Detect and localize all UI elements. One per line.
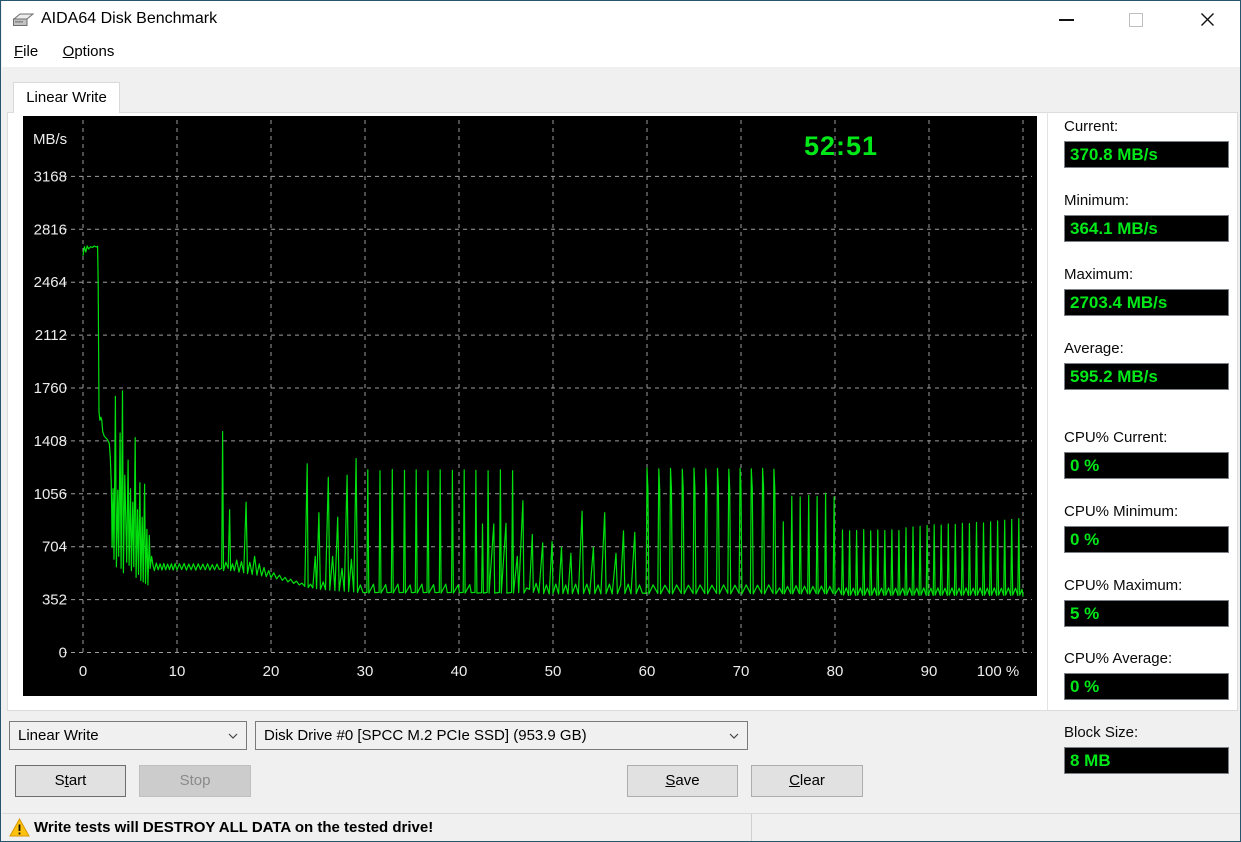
- test-type-value: Linear Write: [18, 727, 99, 744]
- clear-button[interactable]: Clear: [751, 765, 863, 797]
- stop-button[interactable]: Stop: [139, 765, 251, 797]
- chevron-down-icon: [228, 733, 238, 739]
- window-title: AIDA64 Disk Benchmark: [41, 10, 218, 27]
- tab-linear-write[interactable]: Linear Write: [13, 82, 120, 113]
- svg-text:3168: 3168: [34, 168, 67, 185]
- stat-label: Average:: [1064, 340, 1124, 357]
- stat-label: Block Size:: [1064, 724, 1139, 741]
- warning-triangle-icon: [9, 818, 30, 837]
- svg-text:50: 50: [545, 663, 562, 680]
- menu-file[interactable]: File: [4, 39, 48, 64]
- stat-value: 0 %: [1064, 673, 1229, 700]
- stat-label: Current:: [1064, 118, 1119, 135]
- test-type-dropdown[interactable]: Linear Write: [9, 721, 247, 750]
- svg-text:60: 60: [639, 663, 656, 680]
- svg-text:MB/s: MB/s: [33, 131, 67, 148]
- elapsed-timer: 52:51: [804, 131, 879, 161]
- stat-label: CPU% Average:: [1064, 650, 1173, 667]
- svg-text:0: 0: [59, 645, 67, 662]
- chevron-down-icon: [729, 733, 739, 739]
- menu-bar: File Options: [2, 39, 1240, 67]
- stat-average: Average: 595.2 MB/s: [1064, 340, 1229, 390]
- stat-label: CPU% Current:: [1064, 429, 1168, 446]
- stat-block-size: Block Size: 8 MB: [1064, 724, 1229, 774]
- svg-text:1760: 1760: [34, 380, 67, 397]
- stat-minimum: Minimum: 364.1 MB/s: [1064, 192, 1229, 242]
- stat-cpu-maximum: CPU% Maximum: 5 %: [1064, 577, 1229, 627]
- stat-label: CPU% Minimum:: [1064, 503, 1179, 520]
- status-bar-divider: [751, 814, 752, 841]
- stat-label: Minimum:: [1064, 192, 1130, 209]
- svg-text:2816: 2816: [34, 221, 67, 238]
- minimize-icon[interactable]: [1043, 1, 1089, 38]
- stat-value: 5 %: [1064, 600, 1229, 627]
- svg-text:80: 80: [827, 663, 844, 680]
- stat-value: 2703.4 MB/s: [1064, 289, 1229, 316]
- svg-text:1056: 1056: [34, 486, 67, 503]
- warning-message: Write tests will DESTROY ALL DATA on the…: [34, 819, 434, 836]
- svg-text:2464: 2464: [34, 274, 67, 291]
- svg-text:70: 70: [733, 663, 750, 680]
- maximize-icon[interactable]: [1113, 1, 1159, 38]
- stat-value: 595.2 MB/s: [1064, 363, 1229, 390]
- stat-maximum: Maximum: 2703.4 MB/s: [1064, 266, 1229, 316]
- svg-text:10: 10: [169, 663, 186, 680]
- disk-drive-icon: [12, 13, 35, 26]
- close-icon[interactable]: [1184, 1, 1230, 38]
- title-bar: AIDA64 Disk Benchmark: [2, 1, 1240, 39]
- page-stats-divider: [1047, 112, 1048, 711]
- svg-text:352: 352: [42, 592, 67, 609]
- chart-canvas: MB/s 3168 2816 2464 2112 1760 1408 1056 704 352 00…: [33, 120, 1032, 680]
- stat-value: 364.1 MB/s: [1064, 215, 1229, 242]
- svg-text:90: 90: [921, 663, 938, 680]
- save-button[interactable]: Save: [627, 765, 738, 797]
- svg-text:2112: 2112: [35, 327, 67, 344]
- stat-label: CPU% Maximum:: [1064, 577, 1183, 594]
- svg-text:704: 704: [42, 539, 67, 556]
- stat-current: Current: 370.8 MB/s: [1064, 118, 1229, 168]
- stat-cpu-minimum: CPU% Minimum: 0 %: [1064, 503, 1229, 553]
- svg-text:30: 30: [357, 663, 374, 680]
- svg-text:1408: 1408: [34, 433, 67, 450]
- svg-text:20: 20: [263, 663, 280, 680]
- svg-text:100 %: 100 %: [977, 663, 1020, 680]
- stat-label: Maximum:: [1064, 266, 1134, 283]
- menu-options[interactable]: Options: [53, 39, 125, 64]
- stat-value: 8 MB: [1064, 747, 1229, 774]
- stat-value: 370.8 MB/s: [1064, 141, 1229, 168]
- stat-cpu-current: CPU% Current: 0 %: [1064, 429, 1229, 479]
- benchmark-chart: MB/s 3168 2816 2464 2112 1760 1408 1056 704 352 0 0…: [23, 116, 1037, 696]
- stat-cpu-average: CPU% Average: 0 %: [1064, 650, 1229, 700]
- start-button[interactable]: Start: [15, 765, 126, 797]
- app-window: AIDA64 Disk Benchmark File Options Linea…: [0, 0, 1241, 842]
- svg-text:0: 0: [79, 663, 87, 680]
- drive-value: Disk Drive #0 [SPCC M.2 PCIe SSD] (953.9…: [264, 727, 587, 744]
- stat-value: 0 %: [1064, 526, 1229, 553]
- drive-dropdown[interactable]: Disk Drive #0 [SPCC M.2 PCIe SSD] (953.9…: [255, 721, 748, 750]
- svg-text:40: 40: [451, 663, 468, 680]
- stat-value: 0 %: [1064, 452, 1229, 479]
